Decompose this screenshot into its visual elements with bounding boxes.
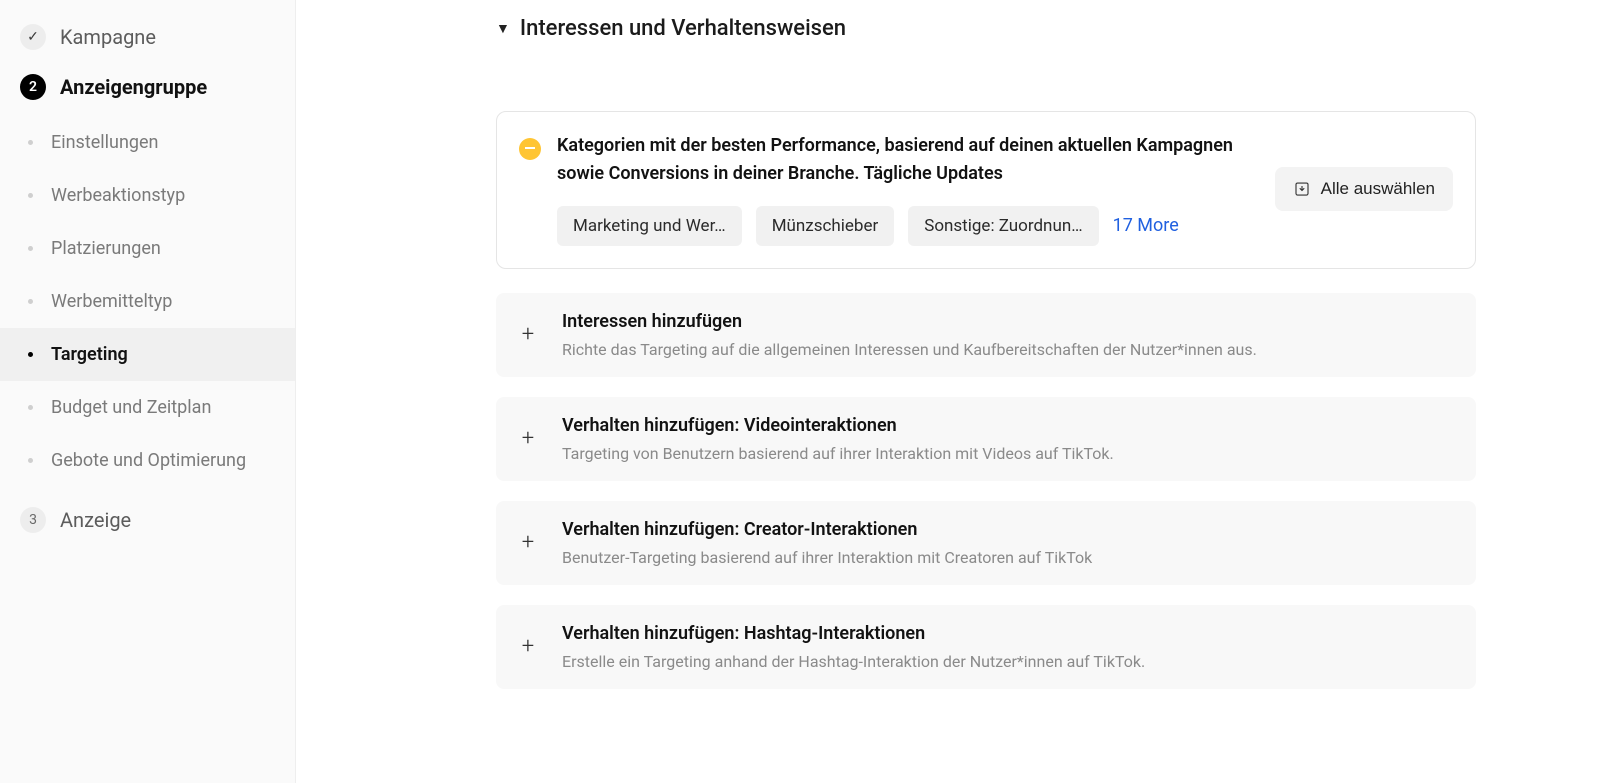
section-title: Interessen und Verhaltensweisen <box>520 16 846 41</box>
add-body: Verhalten hinzufügen: Videointeraktionen… <box>562 415 1114 463</box>
bullet-icon <box>28 352 33 357</box>
plus-icon: + <box>518 530 538 555</box>
sidebar-item-werbeaktionstyp[interactable]: Werbeaktionstyp <box>0 169 295 222</box>
sidebar-item-label: Targeting <box>51 344 128 365</box>
step-label: Anzeigengruppe <box>60 75 207 99</box>
sidebar-item-budget[interactable]: Budget und Zeitplan <box>0 381 295 434</box>
sidebar-item-gebote[interactable]: Gebote und Optimierung <box>0 434 295 487</box>
bullet-icon <box>28 458 33 463</box>
add-description: Richte das Targeting auf die allgemeinen… <box>562 340 1257 359</box>
plus-icon: + <box>518 634 538 659</box>
recommendation-tag[interactable]: Sonstige: Zuordnun… <box>908 206 1098 246</box>
recommendation-tags: Marketing und Wer… Münzschieber Sonstige… <box>557 206 1239 246</box>
sidebar-item-label: Platzierungen <box>51 238 161 259</box>
add-title: Interessen hinzufügen <box>562 311 1257 332</box>
bullet-icon <box>28 193 33 198</box>
add-body: Verhalten hinzufügen: Hashtag-Interaktio… <box>562 623 1145 671</box>
bullet-icon <box>28 140 33 145</box>
sidebar: ✓ Kampagne 2 Anzeigengruppe Einstellunge… <box>0 0 296 783</box>
step-label: Anzeige <box>60 508 131 532</box>
sidebar-item-label: Budget und Zeitplan <box>51 397 211 418</box>
recommendation-tag[interactable]: Marketing und Wer… <box>557 206 742 246</box>
step-number-icon: 3 <box>20 507 46 533</box>
add-body: Interessen hinzufügen Richte das Targeti… <box>562 311 1257 359</box>
sidebar-item-label: Gebote und Optimierung <box>51 450 246 471</box>
add-creator-interactions-row[interactable]: + Verhalten hinzufügen: Creator-Interakt… <box>496 501 1476 585</box>
add-description: Erstelle ein Targeting anhand der Hashta… <box>562 652 1145 671</box>
step-anzeige[interactable]: 3 Anzeige <box>0 495 295 545</box>
plus-icon: + <box>518 322 538 347</box>
sidebar-item-label: Einstellungen <box>51 132 158 153</box>
recommendation-text: Kategorien mit der besten Performance, b… <box>557 132 1239 188</box>
bullet-icon <box>28 405 33 410</box>
sidebar-item-label: Werbemitteltyp <box>51 291 172 312</box>
sidebar-item-werbemitteltyp[interactable]: Werbemitteltyp <box>0 275 295 328</box>
add-description: Benutzer-Targeting basierend auf ihrer I… <box>562 548 1092 567</box>
add-hashtag-interactions-row[interactable]: + Verhalten hinzufügen: Hashtag-Interakt… <box>496 605 1476 689</box>
add-description: Targeting von Benutzern basierend auf ih… <box>562 444 1114 463</box>
check-icon: ✓ <box>20 24 46 50</box>
add-body: Verhalten hinzufügen: Creator-Interaktio… <box>562 519 1092 567</box>
section-header[interactable]: ▼ Interessen und Verhaltensweisen <box>496 16 1560 41</box>
add-interests-row[interactable]: + Interessen hinzufügen Richte das Targe… <box>496 293 1476 377</box>
bullet-icon <box>28 246 33 251</box>
add-title: Verhalten hinzufügen: Videointeraktionen <box>562 415 1114 436</box>
step-label: Kampagne <box>60 25 156 49</box>
select-all-button[interactable]: Alle auswählen <box>1275 167 1453 211</box>
add-title: Verhalten hinzufügen: Hashtag-Interaktio… <box>562 623 1145 644</box>
sidebar-item-platzierungen[interactable]: Platzierungen <box>0 222 295 275</box>
select-all-icon <box>1293 180 1311 198</box>
bullet-icon <box>28 299 33 304</box>
sidebar-item-targeting[interactable]: Targeting <box>0 328 295 381</box>
step-kampagne[interactable]: ✓ Kampagne <box>0 12 295 62</box>
add-title: Verhalten hinzufügen: Creator-Interaktio… <box>562 519 1092 540</box>
sub-items: Einstellungen Werbeaktionstyp Platzierun… <box>0 112 295 495</box>
content-column: Kategorien mit der besten Performance, b… <box>496 111 1476 689</box>
main-content: ▼ Interessen und Verhaltensweisen Katego… <box>296 0 1600 783</box>
plus-icon: + <box>518 426 538 451</box>
sidebar-item-einstellungen[interactable]: Einstellungen <box>0 116 295 169</box>
select-all-label: Alle auswählen <box>1321 179 1435 199</box>
step-number-icon: 2 <box>20 74 46 100</box>
add-video-interactions-row[interactable]: + Verhalten hinzufügen: Videointeraktion… <box>496 397 1476 481</box>
recommendation-card: Kategorien mit der besten Performance, b… <box>496 111 1476 269</box>
recommendation-tag[interactable]: Münzschieber <box>756 206 895 246</box>
recommendation-body: Kategorien mit der besten Performance, b… <box>557 132 1239 246</box>
more-link[interactable]: 17 More <box>1113 215 1179 236</box>
sidebar-item-label: Werbeaktionstyp <box>51 185 185 206</box>
caret-down-icon: ▼ <box>496 20 510 37</box>
step-anzeigengruppe[interactable]: 2 Anzeigengruppe <box>0 62 295 112</box>
lightbulb-icon <box>519 138 541 160</box>
